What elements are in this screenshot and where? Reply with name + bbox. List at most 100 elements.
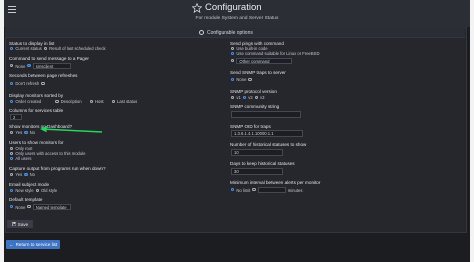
- option-label: Current status: [15, 46, 42, 51]
- status-last-check-radio[interactable]: [43, 46, 48, 50]
- snmp-community-label: SNMP community string: [230, 104, 280, 109]
- show-monitors-yes-radio[interactable]: [10, 130, 14, 134]
- option-label: No limit: [236, 187, 251, 193]
- option-label: v2: [248, 95, 253, 100]
- hist-show-input[interactable]: 10: [231, 149, 283, 156]
- snmp-v1-radio[interactable]: [231, 95, 235, 99]
- option-label: Use command suitable for Linux or FreeBS…: [236, 51, 320, 56]
- option-label: Don't refresh: [15, 81, 40, 86]
- panel-title: Configurable options: [207, 29, 253, 36]
- snmp-traps-none-radio[interactable]: [231, 77, 235, 81]
- snmp-version-options: v1 v2 v3: [229, 95, 264, 100]
- columns-input[interactable]: 2: [10, 114, 22, 120]
- pings-linux-radio[interactable]: [231, 51, 235, 55]
- sort-created-radio[interactable]: [10, 99, 14, 103]
- option-label: None: [236, 77, 247, 82]
- send-pings-opt-3: Other command: [229, 58, 293, 64]
- users-only-root-radio[interactable]: [10, 146, 14, 150]
- min-interval-no-limit-radio[interactable]: [231, 188, 235, 192]
- option-label: Yes: [15, 130, 23, 135]
- status-current-radio[interactable]: [10, 46, 14, 50]
- refresh-none-radio[interactable]: [10, 81, 14, 85]
- send-message-options: None smsclient: [8, 63, 71, 69]
- template-label: Default template: [9, 197, 43, 202]
- hist-keep-input[interactable]: 30: [231, 168, 283, 175]
- capture-no-radio[interactable]: [24, 172, 28, 176]
- option-label: Description: [60, 99, 82, 104]
- return-button[interactable]: ← Return to service list: [6, 240, 60, 249]
- send-message-custom-radio[interactable]: [27, 64, 31, 68]
- refresh-label: Seconds between page refreshes: [9, 73, 78, 78]
- snmp-traps-label: Send SNMP traps to server: [230, 70, 286, 75]
- min-interval-custom-radio[interactable]: [252, 188, 256, 192]
- hist-keep-label: Days to keep historical statuses: [230, 161, 295, 166]
- min-interval-input[interactable]: [257, 187, 286, 193]
- send-message-label: Command to send message to a Pager: [9, 56, 89, 61]
- capture-yes-radio[interactable]: [10, 172, 14, 176]
- template-none-radio[interactable]: [10, 205, 14, 209]
- pings-other-input[interactable]: Other command: [236, 58, 293, 64]
- option-label: New style: [15, 188, 34, 193]
- send-message-none-radio[interactable]: [10, 64, 14, 68]
- screen-border-left: [0, 0, 4, 262]
- snmp-version-label: SNMP protocol version: [230, 89, 277, 94]
- screen-border-right: [470, 0, 474, 262]
- page-title: Configuration: [205, 2, 262, 13]
- pings-other-radio[interactable]: [231, 59, 235, 63]
- show-monitors-no-radio[interactable]: [24, 130, 28, 134]
- annotation-arrow-icon: [40, 125, 103, 133]
- pings-builtin-radio[interactable]: [231, 46, 235, 50]
- option-label: v1: [236, 95, 241, 100]
- sort-label: Display monitors sorted by: [9, 93, 64, 98]
- refresh-options: Don't refresh: [8, 81, 47, 86]
- send-message-input[interactable]: smsclient: [32, 63, 71, 69]
- snmp-community-input[interactable]: [231, 111, 301, 118]
- send-pings-opt-2: Use command suitable for Linux or FreeBS…: [229, 51, 319, 56]
- option-label: v3: [260, 95, 265, 100]
- email-new-style-radio[interactable]: [10, 188, 14, 192]
- email-old-style-radio[interactable]: [35, 188, 39, 192]
- users-show-opt-3: All users: [8, 156, 31, 161]
- arrow-left-icon: ←: [9, 242, 14, 247]
- hist-show-label: Number of historical statuses to show: [230, 142, 307, 147]
- snmp-traps-options: None: [229, 77, 254, 82]
- template-options: None Named template: [8, 204, 71, 210]
- status-display-options: Current status Result of last scheduled …: [8, 46, 106, 51]
- option-label: No: [29, 130, 35, 135]
- save-button-label: Save: [17, 221, 29, 227]
- show-monitors-options: Yes No: [8, 130, 35, 135]
- template-select[interactable]: Named template: [32, 204, 71, 210]
- snmp-oid-input[interactable]: 1.3.6.1.4.1.10000.1.1: [231, 130, 303, 137]
- save-icon: [11, 221, 17, 227]
- snmp-traps-server-radio[interactable]: [248, 77, 252, 81]
- sort-options: Order created Description Host Last stat…: [8, 99, 137, 104]
- snmp-v2-radio[interactable]: [242, 95, 247, 99]
- menu-icon[interactable]: [8, 6, 16, 14]
- columns-label: Columns for services table: [9, 108, 64, 113]
- users-show-label: Users to show monitors for: [9, 140, 64, 145]
- gear-icon: [199, 29, 204, 35]
- users-all-radio[interactable]: [10, 156, 14, 160]
- sort-last-status-radio[interactable]: [111, 99, 115, 103]
- option-label: Last status: [116, 99, 138, 104]
- page-subtitle: For module System and Server Status: [195, 16, 279, 21]
- option-label: None: [15, 63, 26, 69]
- option-label: Host: [94, 99, 104, 104]
- capture-label: Capture output from programs run when do…: [9, 166, 106, 171]
- min-interval-options: No limit minutes: [229, 187, 302, 193]
- snmp-oid-label: SNMP OID for traps: [230, 124, 271, 129]
- snmp-v3-radio[interactable]: [254, 95, 259, 99]
- sort-host-radio[interactable]: [89, 99, 93, 103]
- save-button[interactable]: Save: [7, 220, 33, 228]
- template-named-radio[interactable]: [27, 205, 31, 209]
- option-label: Old style: [40, 188, 58, 193]
- refresh-custom-radio[interactable]: [41, 81, 45, 85]
- min-interval-label: Minimum interval between alerts per moni…: [230, 180, 321, 185]
- option-label: None: [15, 204, 26, 210]
- option-label: Result of last scheduled check: [49, 46, 106, 51]
- option-label: Yes: [15, 172, 23, 177]
- star-icon[interactable]: [192, 3, 202, 13]
- users-module-access-radio[interactable]: [10, 151, 14, 155]
- sort-description-radio[interactable]: [55, 99, 59, 103]
- return-button-label: Return to service list: [15, 242, 58, 247]
